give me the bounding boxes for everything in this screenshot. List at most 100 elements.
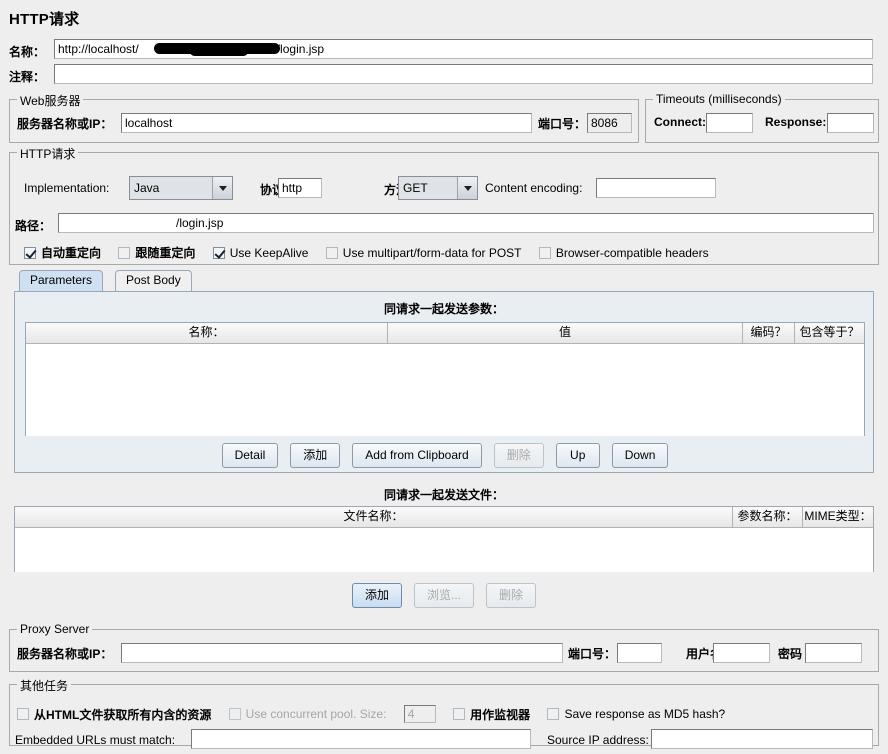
name-value-suffix: /login.jsp bbox=[276, 42, 325, 56]
other-tasks-group: 其他任务 从HTML文件获取所有内含的资源 Use concurrent poo… bbox=[9, 677, 879, 749]
column-header-encode: 编码？ bbox=[743, 323, 795, 343]
source-ip-input[interactable] bbox=[651, 729, 873, 749]
checkbox-label: 从HTML文件获取所有内含的资源 bbox=[34, 707, 212, 722]
files-table-header: 文件名称： 参数名称： MIME类型： bbox=[15, 507, 873, 528]
name-redaction-mark-2 bbox=[190, 47, 248, 56]
move-down-button[interactable]: Down bbox=[611, 443, 669, 468]
add-parameter-button[interactable]: 添加 bbox=[290, 443, 341, 468]
timeouts-group: Timeouts (milliseconds) Connect: Respons… bbox=[645, 92, 879, 143]
checkbox-label: Use concurrent pool. Size: bbox=[245, 707, 387, 721]
source-ip-label: Source IP address: bbox=[547, 733, 649, 747]
comment-label: 注释： bbox=[9, 70, 46, 84]
other-tasks-group-label: 其他任务 bbox=[17, 677, 72, 694]
checkbox-label: Use multipart/form-data for POST bbox=[342, 245, 522, 260]
proxy-password-label: 密码 bbox=[778, 647, 803, 661]
http-request-group: HTTP请求 Implementation: Java 协议： http 方法：… bbox=[9, 145, 879, 378]
column-header-name: 名称： bbox=[26, 323, 388, 343]
checkbox-retrieve-embedded-resources[interactable]: 从HTML文件获取所有内含的资源 bbox=[17, 706, 211, 723]
proxy-port-label: 端口号： bbox=[568, 647, 617, 661]
checkbox-label: Use KeepAlive bbox=[229, 245, 309, 260]
timeout-connect-input[interactable] bbox=[706, 113, 753, 133]
checkbox-use-multipart[interactable]: Use multipart/form-data for POST bbox=[325, 245, 522, 260]
checkbox-box bbox=[453, 708, 466, 720]
column-header-filename: 文件名称： bbox=[15, 507, 733, 527]
web-server-group-label: Web服务器 bbox=[17, 92, 84, 109]
checkbox-browser-compatible-headers[interactable]: Browser-compatible headers bbox=[538, 245, 709, 260]
parameters-table-body[interactable] bbox=[26, 344, 864, 436]
proxy-server-name-input[interactable] bbox=[121, 643, 563, 663]
method-select[interactable]: GET bbox=[398, 176, 478, 200]
proxy-server-group: Proxy Server 服务器名称或IP： 端口号： 用户名 密码 bbox=[9, 622, 879, 672]
parameters-table[interactable]: 名称： 值 编码？ 包含等于？ bbox=[25, 322, 865, 436]
add-from-clipboard-button[interactable]: Add from Clipboard bbox=[352, 443, 482, 468]
files-table[interactable]: 文件名称： 参数名称： MIME类型： bbox=[14, 506, 874, 572]
move-up-button[interactable]: Up bbox=[555, 443, 600, 468]
content-encoding-label: Content encoding: bbox=[485, 181, 583, 195]
protocol-input[interactable]: http bbox=[278, 178, 322, 198]
proxy-password-input[interactable] bbox=[805, 643, 862, 663]
timeout-response-input[interactable] bbox=[827, 113, 874, 133]
proxy-server-group-label: Proxy Server bbox=[17, 622, 93, 636]
checkbox-follow-redirect[interactable]: 跟随重定向 bbox=[118, 244, 195, 261]
checkbox-save-response-md5[interactable]: Save response as MD5 hash? bbox=[547, 707, 725, 721]
comment-input[interactable] bbox=[54, 64, 873, 84]
proxy-port-input[interactable] bbox=[617, 643, 662, 663]
files-caption: 同请求一起发送文件： bbox=[383, 488, 504, 502]
http-options-checkbox-row: 自动重定向 跟随重定向 Use KeepAlive Use multipart/… bbox=[24, 244, 723, 261]
checkbox-use-as-monitor[interactable]: 用作监视器 bbox=[453, 706, 530, 723]
chevron-down-icon[interactable] bbox=[457, 177, 477, 199]
add-file-button[interactable]: 添加 bbox=[351, 583, 402, 608]
web-server-port-input[interactable]: 8086 bbox=[587, 113, 632, 133]
implementation-value: Java bbox=[130, 177, 212, 199]
checkbox-box bbox=[17, 708, 29, 720]
checkbox-box bbox=[547, 708, 560, 720]
parameters-button-row: Detail 添加 Add from Clipboard 删除 Up Down bbox=[15, 443, 875, 468]
checkbox-label: Browser-compatible headers bbox=[555, 245, 709, 260]
path-value-suffix: /login.jsp bbox=[176, 216, 224, 230]
checkbox-box bbox=[118, 246, 131, 259]
parameters-caption: 同请求一起发送参数： bbox=[383, 302, 504, 316]
timeout-connect-label: Connect: bbox=[654, 115, 706, 129]
delete-parameter-button: 删除 bbox=[493, 443, 544, 468]
checkbox-box bbox=[24, 246, 36, 259]
web-server-group: Web服务器 服务器名称或IP： localhost 端口号： 8086 bbox=[9, 92, 639, 143]
proxy-username-input[interactable] bbox=[713, 643, 770, 663]
checkbox-label: Save response as MD5 hash? bbox=[564, 707, 726, 721]
web-server-name-input[interactable]: localhost bbox=[121, 113, 532, 133]
web-server-name-label: 服务器名称或IP： bbox=[17, 117, 113, 131]
column-header-mime-type: MIME类型： bbox=[804, 509, 872, 523]
embedded-urls-input[interactable] bbox=[191, 729, 531, 749]
name-label: 名称： bbox=[9, 45, 46, 59]
tab-post-body[interactable]: Post Body bbox=[115, 270, 192, 291]
checkbox-auto-redirect[interactable]: 自动重定向 bbox=[24, 244, 101, 261]
implementation-label: Implementation: bbox=[24, 181, 110, 195]
column-header-param-name: 参数名称： bbox=[733, 507, 803, 527]
files-table-body[interactable] bbox=[15, 528, 873, 572]
detail-button[interactable]: Detail bbox=[221, 443, 279, 468]
chevron-down-icon[interactable] bbox=[212, 177, 232, 199]
parameters-tab-panel: 同请求一起发送参数： 名称： 值 编码？ 包含等于？ Detail 添加 Add… bbox=[14, 291, 874, 473]
http-request-group-label: HTTP请求 bbox=[17, 145, 79, 162]
path-label: 路径： bbox=[15, 219, 52, 233]
method-value: GET bbox=[399, 177, 457, 199]
column-header-include-equals: 包含等于？ bbox=[799, 325, 860, 339]
other-tasks-checkbox-row: 从HTML文件获取所有内含的资源 Use concurrent pool. Si… bbox=[17, 705, 739, 723]
files-button-row: 添加 浏览... 删除 bbox=[0, 583, 888, 608]
checkbox-box bbox=[538, 246, 551, 259]
browse-file-button: 浏览... bbox=[413, 583, 474, 608]
checkbox-label: 用作监视器 bbox=[470, 707, 531, 722]
embedded-urls-label: Embedded URLs must match: bbox=[15, 733, 176, 747]
checkbox-box bbox=[212, 246, 225, 259]
checkbox-box bbox=[228, 708, 241, 720]
delete-file-button: 删除 bbox=[486, 583, 537, 608]
timeouts-group-label: Timeouts (milliseconds) bbox=[653, 92, 785, 106]
timeout-response-label: Response: bbox=[765, 115, 827, 129]
web-server-port-label: 端口号： bbox=[538, 117, 587, 131]
tab-parameters[interactable]: Parameters bbox=[19, 270, 104, 291]
implementation-select[interactable]: Java bbox=[129, 176, 233, 200]
column-header-value: 值 bbox=[388, 323, 743, 343]
content-encoding-input[interactable] bbox=[596, 178, 716, 198]
path-input[interactable]: xxxxxxxxxxxxxxxxxxx/login.jsp bbox=[58, 213, 874, 233]
checkbox-use-keepalive[interactable]: Use KeepAlive bbox=[212, 245, 309, 260]
http-request-panel: HTTP请求 名称： http://localhost/xxxxxxxxxxxx… bbox=[0, 0, 888, 754]
